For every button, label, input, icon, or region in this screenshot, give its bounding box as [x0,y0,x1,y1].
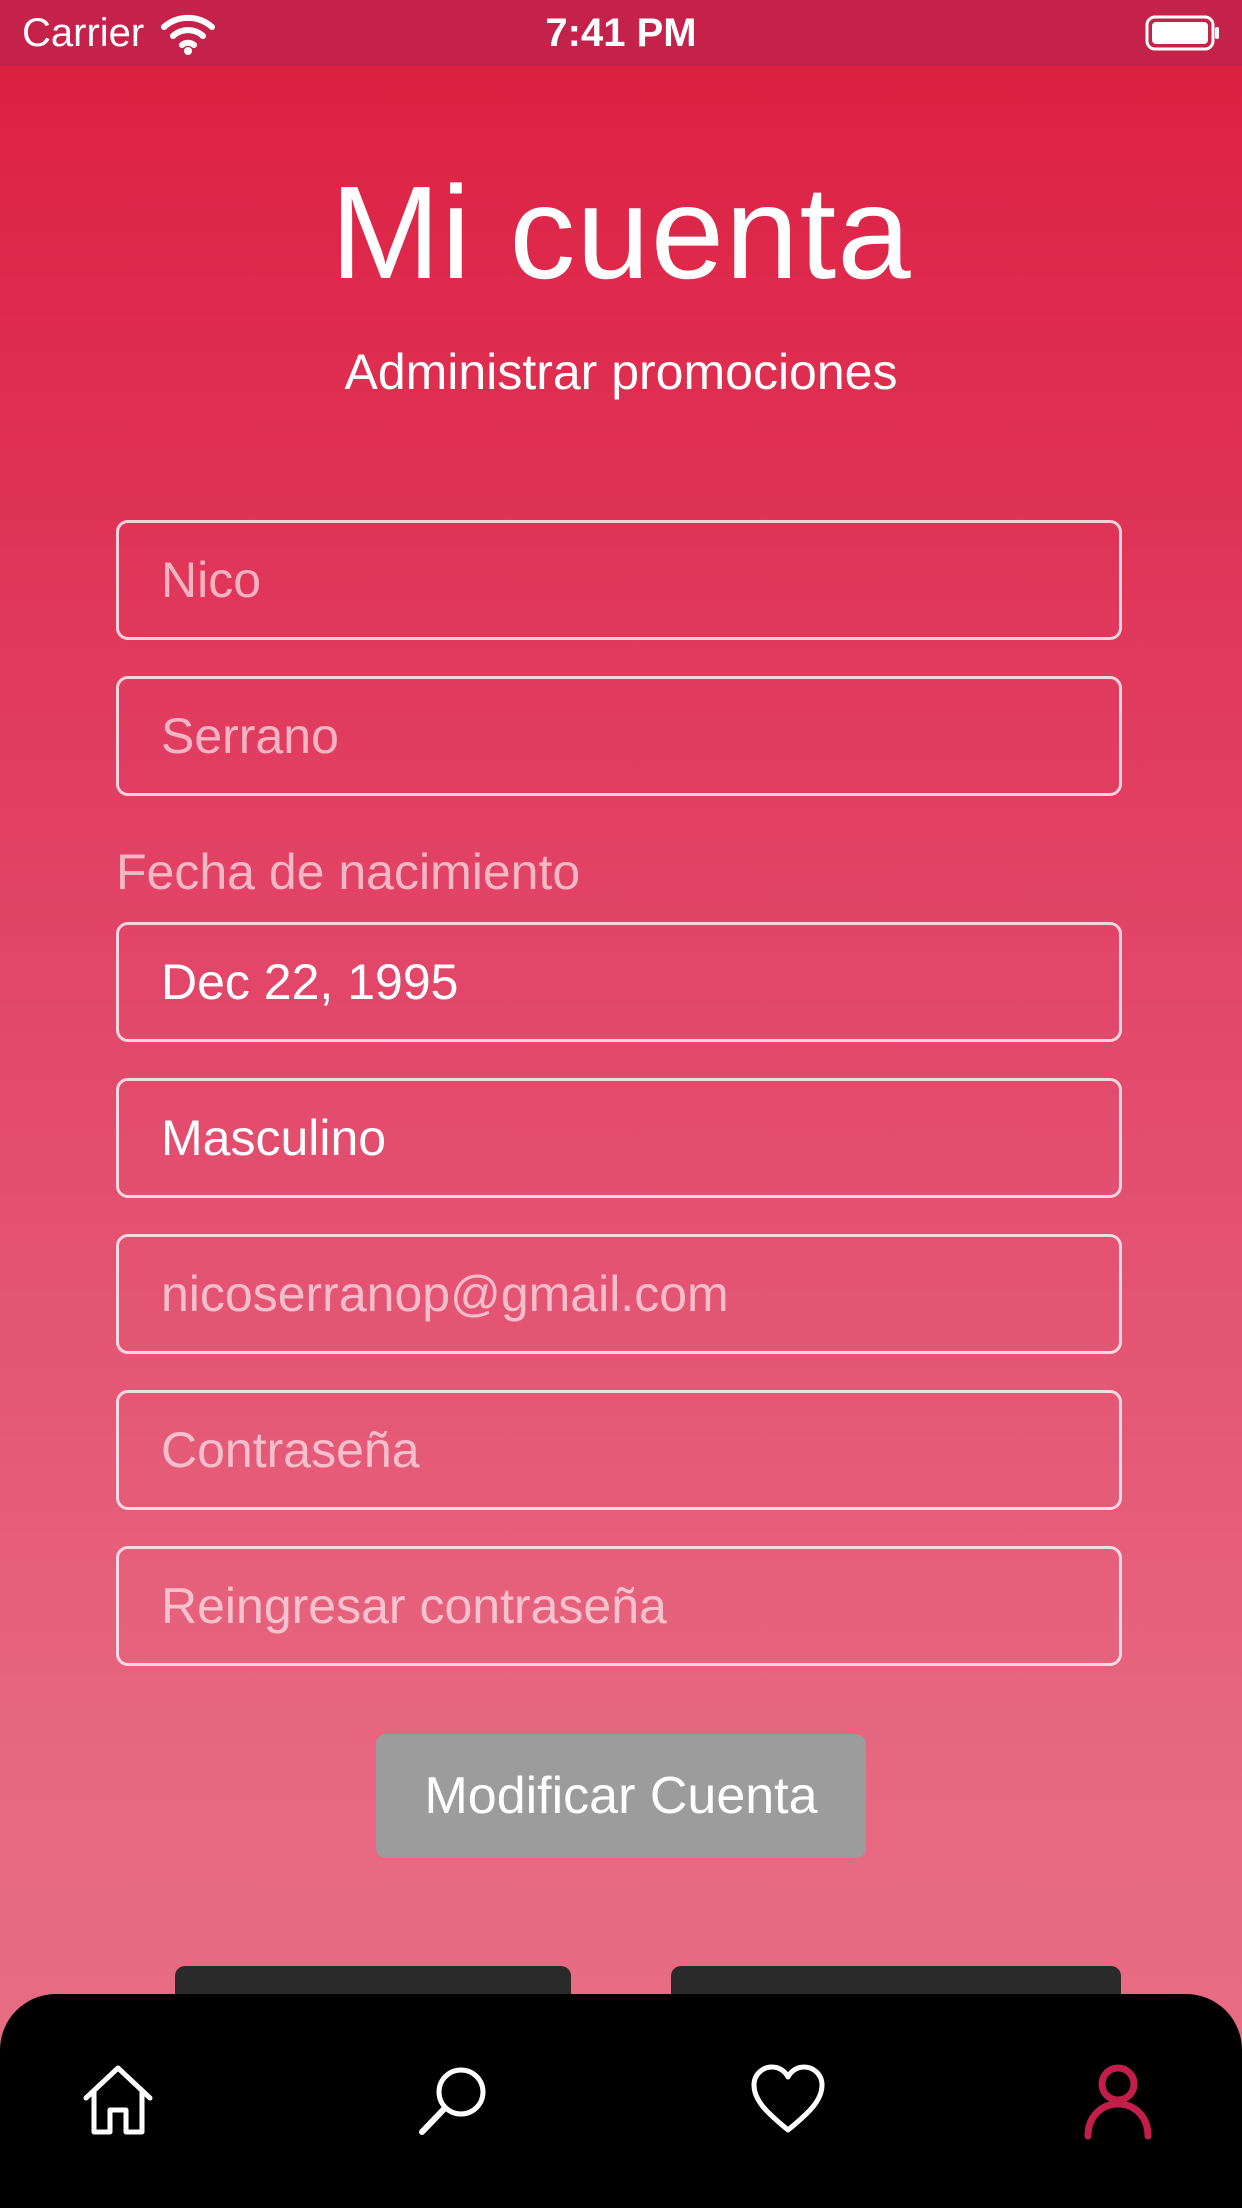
password-repeat-placeholder: Reingresar contraseña [161,1578,667,1634]
gender-select[interactable]: Masculino [116,1078,1122,1198]
clock: 7:41 PM [545,11,697,55]
first-name-value: Nico [161,552,262,608]
tab-bar [0,1994,1242,2208]
last-name-field[interactable]: Serrano [116,676,1122,796]
birth-date-label: Fecha de nacimiento [116,844,581,900]
modify-account-button[interactable]: Modificar Cuenta [376,1734,866,1858]
profile-icon [1078,2060,1158,2140]
birth-date-value: Dec 22, 1995 [161,954,459,1010]
tab-home[interactable] [78,2060,158,2140]
page-title: Mi cuenta [330,159,912,306]
status-bar: Carrier 7:41 PM [0,0,1242,66]
password-repeat-field[interactable]: Reingresar contraseña [116,1546,1122,1666]
password-placeholder: Contraseña [161,1422,420,1478]
heart-icon [748,2060,828,2140]
manage-promotions-link[interactable]: Administrar promociones [0,342,1242,402]
tab-profile[interactable] [1078,2060,1158,2140]
search-icon [414,2060,494,2140]
birth-date-field[interactable]: Dec 22, 1995 [116,922,1122,1042]
email-value: nicoserranop@gmail.com [161,1266,729,1322]
email-field[interactable]: nicoserranop@gmail.com [116,1234,1122,1354]
password-field[interactable]: Contraseña [116,1390,1122,1510]
last-name-value: Serrano [161,708,339,764]
first-name-field[interactable]: Nico [116,520,1122,640]
tab-favorites[interactable] [748,2060,828,2140]
home-icon [78,2060,158,2140]
tab-search[interactable] [414,2060,494,2140]
gender-value: Masculino [161,1110,387,1166]
battery-icon [1145,15,1221,51]
